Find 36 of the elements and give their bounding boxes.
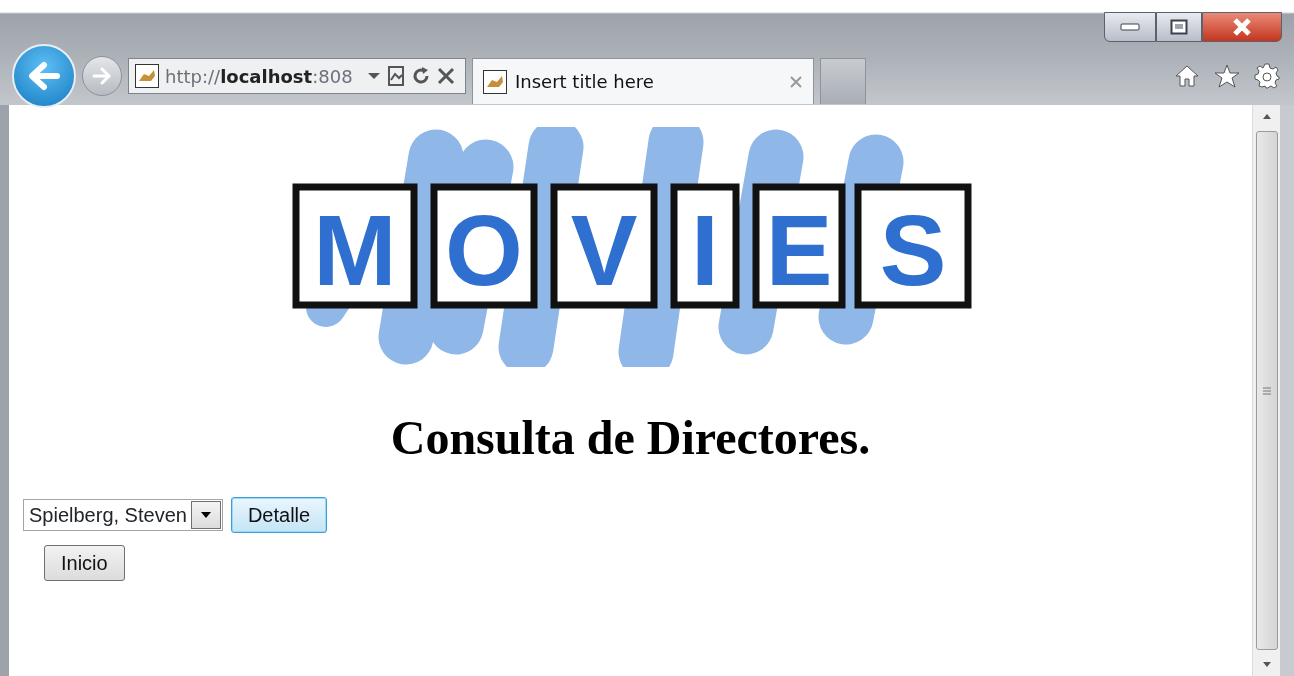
scroll-thumb[interactable] — [1255, 131, 1278, 650]
logo-letter: M — [292, 183, 417, 309]
refresh-icon[interactable] — [410, 66, 431, 86]
back-arrow-icon — [27, 61, 61, 91]
close-tab-icon[interactable] — [789, 74, 803, 89]
scrollbar[interactable] — [1252, 105, 1280, 676]
compatibility-view-icon[interactable] — [386, 66, 405, 86]
dropdown-caret-icon[interactable] — [366, 71, 381, 81]
logo-letter: S — [854, 183, 971, 309]
minimize-icon — [1120, 23, 1140, 31]
logo-letter: V — [550, 183, 657, 309]
form-button[interactable]: Detalle — [230, 496, 328, 533]
url-text: http://localhost:808 — [165, 64, 353, 89]
maximize-button[interactable] — [1156, 12, 1202, 42]
director-select[interactable]: Spielberg, Steven — [23, 498, 223, 531]
stop-icon[interactable] — [436, 67, 455, 85]
settings-icon[interactable] — [1254, 63, 1280, 89]
forward-button[interactable] — [82, 56, 122, 96]
forward-arrow-icon — [91, 66, 113, 86]
page-heading: Consulta de Directores. — [389, 410, 872, 466]
close-button[interactable] — [1202, 12, 1282, 42]
form-button[interactable]: Inicio — [44, 544, 125, 581]
logo-letter: O — [430, 183, 537, 309]
logo-letter: I — [670, 183, 739, 309]
tab-title: Insert title here — [515, 70, 654, 94]
close-icon — [1232, 18, 1252, 36]
maximize-icon — [1170, 19, 1188, 35]
grip-icon — [1261, 385, 1272, 396]
minimize-button[interactable] — [1104, 12, 1156, 42]
back-button[interactable] — [12, 44, 76, 108]
star-icon[interactable] — [1214, 64, 1240, 88]
logo-letter: E — [752, 183, 845, 309]
address-bar[interactable]: http://localhost:808 — [128, 58, 466, 94]
browser-tab[interactable]: Insert title here — [472, 58, 814, 104]
dropdown-caret-icon — [199, 510, 212, 519]
home-icon[interactable] — [1174, 64, 1200, 88]
